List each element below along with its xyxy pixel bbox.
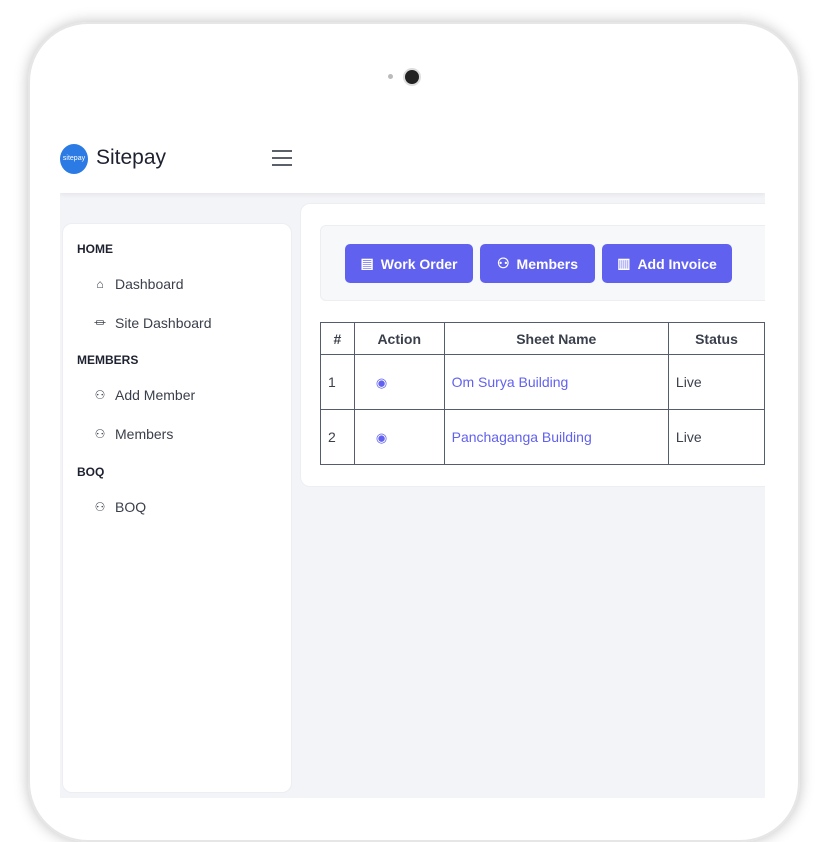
- top-header: sitepay Sitepay: [60, 127, 765, 193]
- section-home: HOME: [77, 242, 113, 256]
- users-icon: ⚇: [94, 500, 106, 514]
- sidebar-item-label: Members: [115, 426, 174, 442]
- sidebar-item-dashboard[interactable]: ⌂ Dashboard: [93, 276, 184, 292]
- sidebar-item-label: BOQ: [115, 499, 147, 515]
- column-header: Action: [353, 322, 445, 355]
- view-eye-icon[interactable]: ◉: [362, 430, 387, 445]
- sidebar-item-label: Add Member: [115, 387, 196, 403]
- brand-name: Sitepay: [96, 146, 167, 169]
- sidebar-item-add-member[interactable]: ⚇ Add Member: [93, 387, 196, 403]
- sidebar-item-site-dashboard[interactable]: ⏛ Site Dashboard: [93, 314, 212, 331]
- users-icon: ⚇: [94, 427, 106, 441]
- sidebar-item-boq[interactable]: ⚇ BOQ: [93, 499, 147, 515]
- sensor-dot: [388, 74, 393, 79]
- user-plus-icon: ⚇: [94, 388, 106, 402]
- camera-icon: [405, 70, 419, 84]
- sidebar-item-members[interactable]: ⚇ Members: [93, 426, 174, 442]
- column-header: Sheet Name: [443, 322, 669, 355]
- receipt-icon: ▥: [617, 255, 631, 271]
- column-header: Status: [667, 322, 765, 355]
- document-icon: ▤: [360, 255, 374, 271]
- row-number: 2: [320, 409, 355, 465]
- sheet-name-link[interactable]: Om Surya Building: [452, 374, 569, 390]
- table-row: 1 ◉ Om Surya Building Live: [320, 354, 765, 410]
- row-number: 1: [320, 354, 355, 410]
- bank-icon: ⏛: [93, 316, 106, 330]
- section-members: MEMBERS: [77, 353, 139, 367]
- button-label: Members: [516, 255, 579, 272]
- sidebar: HOME ⌂ Dashboard ⏛ Site Dashboard MEMBERS …: [62, 223, 292, 793]
- view-eye-icon[interactable]: ◉: [362, 375, 387, 390]
- table-header: # Action Sheet Name Status: [320, 322, 765, 355]
- button-label: Work Order: [380, 255, 458, 272]
- button-label: Add Invoice: [637, 255, 717, 272]
- add-invoice-button[interactable]: ▥ Add Invoice: [602, 244, 732, 283]
- members-button[interactable]: ⚇ Members: [480, 244, 595, 283]
- column-header: #: [320, 322, 355, 355]
- sidebar-item-label: Site Dashboard: [115, 314, 212, 331]
- users-icon: ⚇: [496, 255, 510, 271]
- app-screen: sitepay Sitepay HOME ⌂ Dashboard ⏛ Site Da…: [60, 127, 765, 798]
- work-order-button[interactable]: ▤ Work Order: [345, 244, 473, 283]
- sheets-table: # Action Sheet Name Status 1 ◉ Om Surya …: [320, 322, 765, 465]
- sidebar-item-label: Dashboard: [115, 276, 184, 292]
- status-text: Live: [667, 354, 765, 410]
- menu-toggle-icon[interactable]: [272, 150, 292, 166]
- sheet-name-link[interactable]: Panchaganga Building: [452, 429, 592, 445]
- home-icon: ⌂: [96, 277, 104, 291]
- section-boq: BOQ: [77, 465, 105, 479]
- action-bar: ▤ Work Order ⚇ Members ▥ Add Invoice: [320, 225, 765, 301]
- status-text: Live: [667, 409, 765, 465]
- table-row: 2 ◉ Panchaganga Building Live: [320, 409, 765, 465]
- logo: sitepay: [60, 144, 88, 174]
